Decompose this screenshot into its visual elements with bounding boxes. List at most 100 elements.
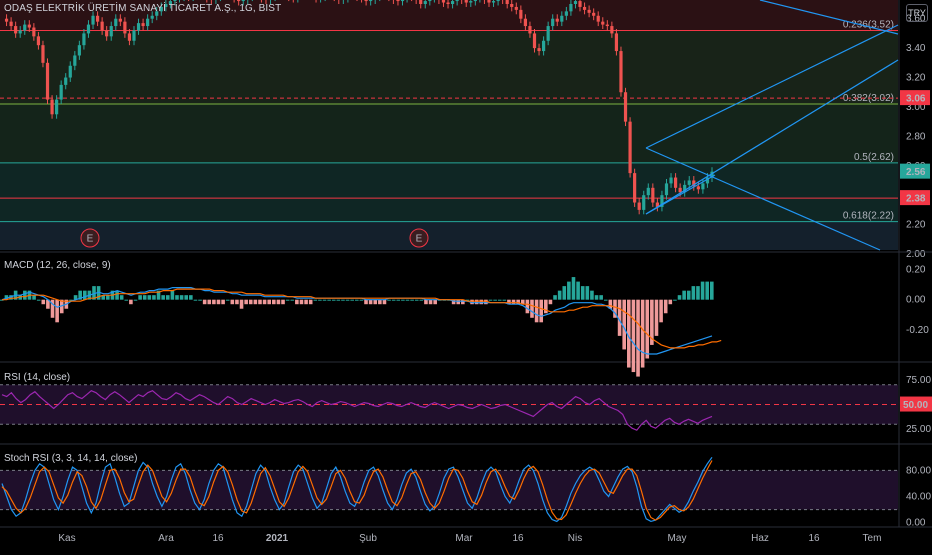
macd-histogram-bar <box>23 290 27 300</box>
candle-body <box>23 24 27 31</box>
candle-body <box>569 4 573 12</box>
macd-histogram-bar <box>55 299 59 323</box>
macd-histogram-bar <box>567 281 571 300</box>
candle-body <box>596 15 600 22</box>
candle-body <box>100 21 104 31</box>
macd-histogram-bar <box>124 299 129 301</box>
rsi-tick-label: 25.00 <box>906 424 931 435</box>
macd-histogram-bar <box>216 299 221 305</box>
candle-body <box>523 18 527 27</box>
stoch-tick-label: 80.00 <box>906 465 931 476</box>
macd-histogram-bar <box>106 295 110 300</box>
stoch-tick-label: 40.00 <box>906 492 931 503</box>
macd-histogram-bar <box>32 295 36 300</box>
macd-histogram-bar <box>493 299 497 301</box>
candle-body <box>528 26 532 34</box>
macd-histogram-bar <box>557 290 562 300</box>
macd-histogram-bar <box>387 299 391 301</box>
rsi-band <box>0 384 898 425</box>
candle-body <box>400 0 405 2</box>
macd-histogram-bar <box>659 299 663 323</box>
macd-histogram-bar <box>152 295 156 300</box>
candle-body <box>505 0 509 4</box>
macd-histogram-bar <box>562 286 567 300</box>
macd-histogram-bar <box>239 299 244 309</box>
candle-body <box>450 1 455 4</box>
macd-label[interactable]: MACD (12, 26, close, 9) <box>4 260 111 271</box>
candle-body <box>50 99 54 115</box>
stoch-tick-label: 0.00 <box>906 518 926 529</box>
time-tick-label: 2021 <box>266 533 289 544</box>
candle-body <box>614 33 619 52</box>
candle-body <box>364 0 368 2</box>
macd-histogram-bar <box>345 299 350 301</box>
candle-body <box>114 18 118 27</box>
macd-histogram-bar <box>534 299 539 323</box>
candle-body <box>573 1 578 4</box>
macd-histogram-bar <box>129 299 133 305</box>
price-marker-label: 2.56 <box>906 167 926 178</box>
macd-histogram-bar <box>285 299 290 301</box>
macd-histogram-bar <box>705 281 709 300</box>
chart-title: ODAŞ ELEKTRİK ÜRETİM SANAYİ TİCARET A.Ş.… <box>4 3 282 14</box>
macd-histogram-bar <box>230 299 235 305</box>
candle-body <box>14 26 18 34</box>
stoch-label[interactable]: Stoch RSI (3, 3, 14, 14, close) <box>4 453 137 464</box>
candle-body <box>45 62 50 100</box>
macd-histogram-bar <box>580 286 585 300</box>
macd-histogram-bar <box>308 299 313 305</box>
macd-histogram-bar <box>590 290 594 300</box>
candle-body <box>27 24 31 28</box>
time-tick-label: Mar <box>455 533 473 544</box>
macd-histogram-bar <box>355 299 359 301</box>
candle-body <box>91 15 95 25</box>
macd-histogram-bar <box>419 299 424 301</box>
candle-body <box>637 202 641 210</box>
macd-histogram-bar <box>553 295 557 300</box>
macd-histogram-bar <box>544 299 548 314</box>
macd-histogram-bar <box>253 299 258 305</box>
macd-histogram-bar <box>115 290 119 300</box>
macd-histogram-bar <box>202 299 207 305</box>
candle-body <box>369 0 373 2</box>
macd-histogram-bar <box>511 299 516 305</box>
fib-band-500 <box>0 162 898 222</box>
candle-body <box>551 18 555 27</box>
candle-body <box>546 26 550 41</box>
macd-histogram-bar <box>175 295 179 300</box>
macd-histogram-bar <box>622 299 627 350</box>
candle-body <box>77 45 81 56</box>
candle-body <box>587 9 591 13</box>
macd-histogram-bar <box>318 299 322 301</box>
macd-histogram-bar <box>248 299 253 305</box>
candle-body <box>664 183 669 196</box>
macd-histogram-bar <box>474 299 479 305</box>
candle-body <box>651 187 655 203</box>
macd-histogram-bar <box>147 295 152 300</box>
macd-histogram-bar <box>686 290 691 300</box>
rsi-label[interactable]: RSI (14, close) <box>4 372 70 383</box>
currency-button[interactable]: TRY <box>906 4 928 22</box>
candle-body <box>136 23 141 31</box>
rsi-marker-label: 50.00 <box>903 400 928 411</box>
macd-histogram-bar <box>696 286 700 300</box>
macd-histogram-bar <box>364 299 368 305</box>
macd-histogram-bar <box>548 299 553 305</box>
macd-histogram-bar <box>373 299 378 305</box>
candle-body <box>41 45 45 63</box>
candle-body <box>464 0 468 3</box>
price-tick-label: 2.20 <box>906 220 926 231</box>
candle-body <box>514 6 518 10</box>
macd-histogram-bar <box>161 295 165 300</box>
chart-svg: 0.236(3.52)0.382(3.02)0.5(2.62)0.618(2.2… <box>0 0 932 544</box>
candle-body <box>82 33 86 46</box>
candle-body <box>673 177 678 188</box>
macd-histogram-bar <box>645 299 650 359</box>
candle-body <box>623 92 628 122</box>
macd-histogram-bar <box>189 295 193 300</box>
time-tick-label: 16 <box>512 533 524 544</box>
macd-histogram-bar <box>636 299 640 377</box>
candle-body <box>241 0 245 2</box>
time-tick-label: May <box>668 533 687 544</box>
macd-histogram-bar <box>313 299 318 301</box>
